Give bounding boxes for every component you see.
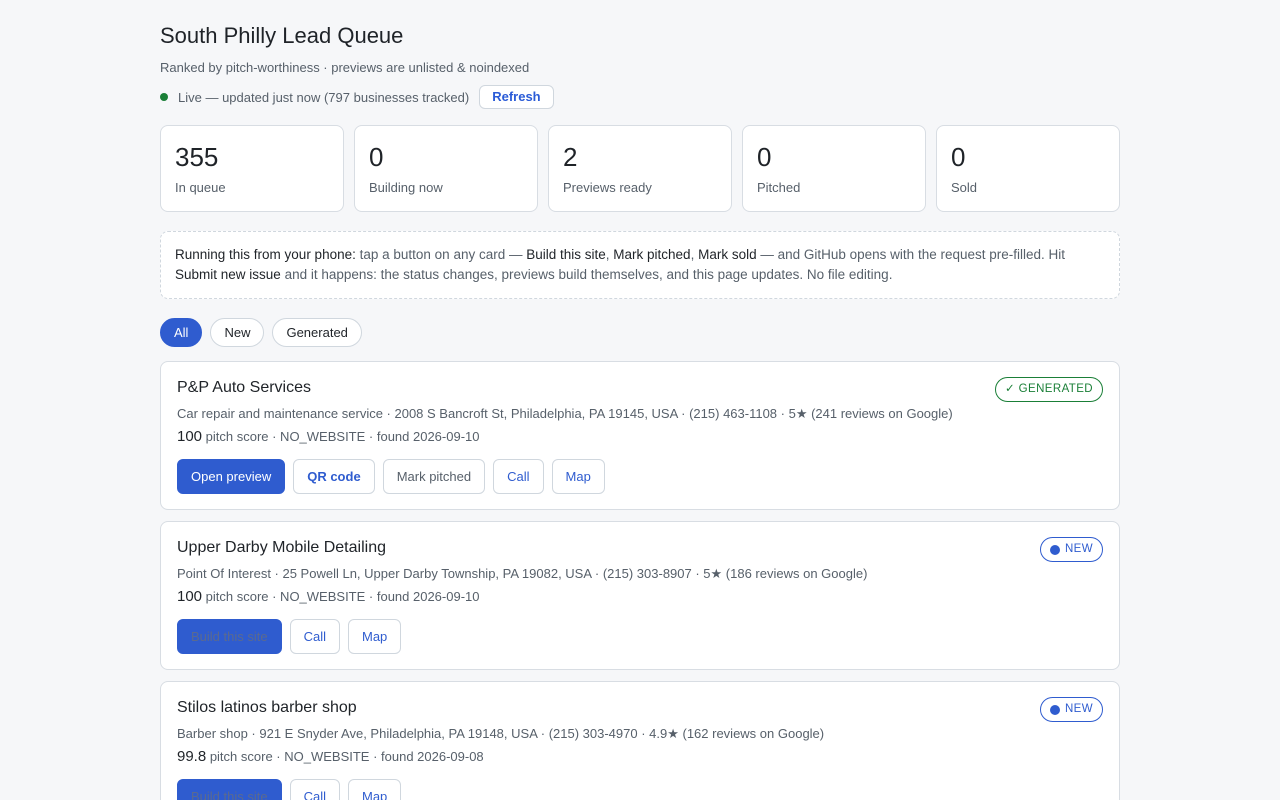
stat-value: 0	[369, 142, 384, 172]
build-site-button[interactable]: Build this site	[177, 619, 282, 654]
lead-score: 100 pitch score · NO_WEBSITE · found 202…	[177, 587, 1103, 607]
lead-name: Stilos latinos barber shop	[177, 699, 357, 716]
stat-value: 0	[951, 142, 966, 172]
filter-all[interactable]: All	[160, 318, 203, 347]
lead-name: P&P Auto Services	[177, 379, 311, 396]
refresh-button[interactable]: Refresh	[479, 85, 554, 109]
call-button[interactable]: Call	[289, 779, 340, 800]
lead-card: P&P Auto Services ✓ GENERATED Car repair…	[160, 361, 1120, 510]
lead-actions: Open preview QR code Mark pitched Call M…	[177, 459, 1103, 494]
lead-score: 99.8 pitch score · NO_WEBSITE · found 20…	[177, 747, 1103, 767]
note-pitched: Mark pitched	[613, 247, 691, 262]
lead-card: Upper Darby Mobile Detailing NEW Point O…	[160, 521, 1120, 670]
qr-code-button[interactable]: QR code	[293, 459, 375, 494]
build-site-button[interactable]: Build this site	[177, 779, 282, 800]
status-badge: NEW	[1039, 697, 1103, 722]
stat-label: Previews ready	[563, 180, 652, 195]
map-button[interactable]: Map	[348, 779, 402, 800]
note-text: — and GitHub opens with the request pre-…	[756, 247, 1066, 262]
live-status-text: Live — updated just now (797 businesses …	[178, 89, 470, 105]
lead-meta: Point Of Interest · 25 Powell Ln, Upper …	[177, 566, 868, 581]
lead-actions: Build this site Call Map	[177, 779, 1103, 800]
lead-actions: Build this site Call Map	[177, 619, 1103, 654]
page-subtitle: Ranked by pitch-worthiness · previews ar…	[160, 60, 530, 75]
lead-meta: Car repair and maintenance service · 200…	[177, 406, 953, 421]
live-status: Live — updated just now (797 businesses …	[160, 85, 1120, 109]
score-value: 100	[177, 428, 203, 445]
score-value: 100	[177, 588, 203, 605]
open-preview-button[interactable]: Open preview	[177, 459, 286, 494]
call-button[interactable]: Call	[289, 619, 340, 654]
stat-pitched: 0 Pitched	[742, 125, 926, 212]
lead-list: P&P Auto Services ✓ GENERATED Car repair…	[160, 361, 1120, 800]
lead-name: Upper Darby Mobile Detailing	[177, 539, 386, 556]
score-details: pitch score · NO_WEBSITE · found 2026-09…	[202, 589, 480, 604]
stat-label: Building now	[369, 180, 443, 195]
lead-meta: Barber shop · 921 E Snyder Ave, Philadel…	[177, 726, 825, 741]
call-button[interactable]: Call	[493, 459, 544, 494]
stat-previews-ready: 2 Previews ready	[548, 125, 732, 212]
filter-generated[interactable]: Generated	[272, 318, 362, 347]
stat-label: Pitched	[757, 180, 801, 195]
badge-label: NEW	[1064, 543, 1093, 555]
note-build: Build this site	[526, 247, 606, 262]
phone-instructions-note: Running this from your phone: tap a butt…	[160, 231, 1120, 299]
new-dot-icon	[1049, 544, 1060, 555]
score-details: pitch score · NO_WEBSITE · found 2026-09…	[202, 429, 480, 444]
map-button[interactable]: Map	[551, 459, 605, 494]
mark-pitched-button[interactable]: Mark pitched	[382, 459, 486, 494]
score-value: 99.8	[177, 748, 207, 765]
stat-value: 0	[757, 142, 772, 172]
map-button[interactable]: Map	[348, 619, 402, 654]
stat-sold: 0 Sold	[936, 125, 1120, 212]
stat-value: 355	[175, 142, 219, 172]
filter-chips: All New Generated	[160, 318, 1120, 347]
page: South Philly Lead Queue Ranked by pitch-…	[160, 0, 1120, 800]
note-text: tap a button on any card —	[355, 247, 527, 262]
note-lead: Running this from your phone:	[175, 247, 356, 262]
stat-building-now: 0 Building now	[354, 125, 538, 212]
stat-in-queue: 355 In queue	[160, 125, 344, 212]
status-badge: NEW	[1039, 537, 1103, 562]
stat-value: 2	[563, 142, 578, 172]
page-title: South Philly Lead Queue	[160, 23, 404, 48]
live-dot-icon	[160, 93, 168, 101]
new-dot-icon	[1049, 704, 1060, 715]
lead-score: 100 pitch score · NO_WEBSITE · found 202…	[177, 427, 1103, 447]
status-badge: ✓ GENERATED	[995, 377, 1103, 402]
note-text: and it happens: the status changes, prev…	[280, 267, 893, 282]
stat-label: Sold	[951, 180, 978, 195]
lead-card: Stilos latinos barber shop NEW Barber sh…	[160, 681, 1120, 800]
note-sep: ,	[690, 247, 699, 262]
stat-label: In queue	[175, 180, 226, 195]
score-details: pitch score · NO_WEBSITE · found 2026-09…	[206, 749, 484, 764]
badge-label: NEW	[1064, 703, 1093, 715]
filter-new[interactable]: New	[210, 318, 265, 347]
stats-row: 355 In queue 0 Building now 2 Previews r…	[160, 125, 1120, 212]
note-submit: Submit new issue	[175, 267, 281, 282]
note-sold: Mark sold	[698, 247, 757, 262]
